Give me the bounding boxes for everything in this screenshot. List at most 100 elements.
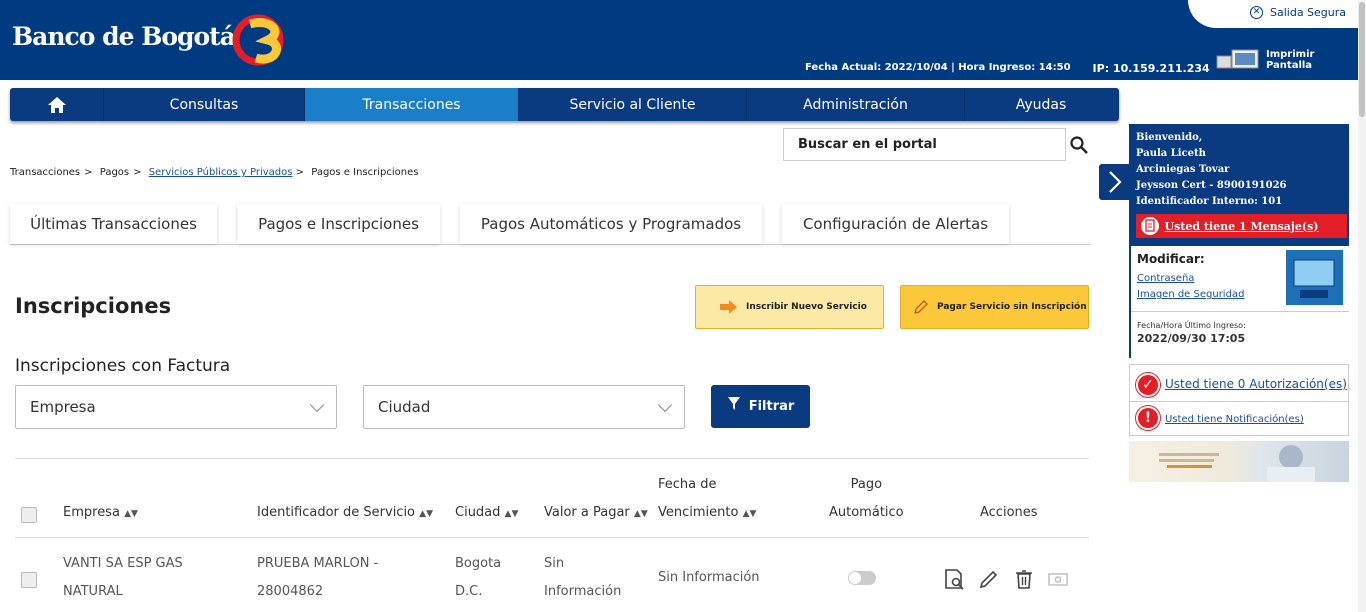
sidebar-toggle[interactable] (1099, 164, 1129, 200)
user-panel: Bienvenido, Paula Liceth Arciniegas Tova… (1129, 124, 1349, 358)
last-login-label: Fecha/Hora Último Ingreso: (1137, 321, 1246, 330)
brand-logo: Banco de Bogotá (12, 22, 236, 51)
search-icon[interactable] (1070, 136, 1088, 154)
messages-link[interactable]: Usted tiene 1 Mensaje(s) (1136, 214, 1347, 238)
sort-icon: ▲▼ (633, 509, 648, 519)
view-icon[interactable] (943, 568, 965, 590)
section-title: Inscripciones con Factura (15, 356, 231, 376)
tab-pagos-inscripciones[interactable]: Pagos e Inscripciones (237, 204, 440, 244)
cell-company: VANTI SA ESP GAS (63, 556, 183, 571)
filter-button[interactable]: Filtrar (711, 385, 810, 428)
col-auto-pay: Pago Automático (829, 471, 904, 527)
banner-line (1159, 459, 1214, 462)
cell-due-date: Sin Información (658, 570, 760, 585)
new-service-label: Inscribir Nuevo Servicio (746, 302, 867, 312)
breadcrumb-link[interactable]: Servicios Públicos y Privados (149, 167, 293, 178)
cell-amount: Sin (544, 556, 565, 571)
nav-home[interactable] (10, 88, 104, 121)
nav-servicio-cliente[interactable]: Servicio al Cliente (519, 88, 747, 121)
messages-label: Usted tiene 1 Mensaje(s) (1164, 219, 1319, 233)
scrollbar-thumb[interactable] (1359, 2, 1365, 117)
breadcrumb-current: Pagos e Inscripciones (311, 167, 419, 178)
tab-pagos-automaticos[interactable]: Pagos Automáticos y Programados (460, 204, 762, 244)
sort-icon: ▲▼ (504, 509, 519, 519)
alert-circle-icon: ! (1136, 406, 1160, 430)
authorizations-link[interactable]: Usted tiene 0 Autorización(es) (1165, 377, 1347, 391)
nav-ayudas[interactable]: Ayudas (965, 88, 1117, 121)
pencil-icon (914, 300, 928, 314)
auto-pay-toggle[interactable] (848, 571, 876, 585)
city-select[interactable]: Ciudad (363, 385, 685, 429)
safe-exit-button[interactable]: ✕ Salida Segura (1250, 6, 1346, 19)
nav-administracion[interactable]: Administración (747, 88, 965, 121)
banner-person (1279, 445, 1303, 469)
col-service-id-label: Identificador de Servicio (257, 505, 416, 520)
divider (15, 458, 1089, 459)
money-icon[interactable] (1047, 568, 1069, 590)
breadcrumb: Transacciones > Pagos > Servicios Públicos… (10, 167, 422, 178)
new-service-button[interactable]: Inscribir Nuevo Servicio (695, 285, 884, 329)
modify-block: Modificar: Contraseña Imagen de Segurida… (1131, 246, 1349, 358)
welcome-block: Bienvenido, Paula Liceth Arciniegas Tova… (1136, 130, 1287, 210)
printer-icon (1216, 48, 1260, 72)
welcome-text: Bienvenido, (1136, 132, 1203, 143)
sort-icon: ▲▼ (124, 509, 138, 519)
header: Banco de Bogotá Fecha Actual: 2022/10/04… (0, 0, 1358, 80)
brand-mark-icon (232, 14, 284, 66)
col-company[interactable]: Empresa ▲▼ (63, 499, 138, 528)
notifications-link[interactable]: Usted tiene Notificación(es) (1165, 414, 1304, 425)
cell-city: Bogota (455, 556, 502, 571)
sort-icon: ▲▼ (742, 509, 757, 519)
pay-without-enrollment-label: Pagar Servicio sin Inscripción (937, 302, 1087, 312)
breadcrumb-sep: > (295, 167, 305, 178)
col-amount[interactable]: Valor a Pagar ▲▼ (544, 499, 648, 528)
filter-icon (727, 396, 740, 410)
print-button[interactable]: Imprimir Pantalla (1216, 48, 1358, 72)
nav-transacciones[interactable]: Transacciones (305, 88, 519, 121)
user-name: Paula Liceth (1136, 148, 1206, 159)
cell-city: D.C. (455, 584, 483, 599)
select-all-checkbox[interactable] (21, 507, 37, 523)
company-select[interactable]: Empresa (15, 385, 337, 429)
nav-consultas[interactable]: Consultas (104, 88, 305, 121)
close-circle-icon: ✕ (1250, 6, 1263, 19)
tab-bar: Últimas Transacciones Pagos e Inscripcio… (10, 204, 1091, 245)
cell-service-id: 28004862 (257, 584, 324, 599)
home-icon (47, 96, 66, 113)
col-due-label: Vencimiento (658, 505, 739, 520)
change-password-link[interactable]: Contraseña (1137, 273, 1194, 284)
session-date: Fecha Actual: 2022/10/04 | Hora Ingreso:… (805, 62, 1071, 73)
chevron-down-icon (309, 397, 325, 413)
col-city[interactable]: Ciudad ▲▼ (455, 499, 518, 528)
internal-id: Identificador Interno: 101 (1136, 196, 1283, 207)
document-icon (1139, 215, 1161, 237)
company-name: Jeysson Cert - 8900191026 (1136, 180, 1287, 191)
col-auto-label: Pago (850, 477, 883, 492)
breadcrumb-item[interactable]: Transacciones (10, 167, 80, 178)
city-select-value: Ciudad (378, 398, 431, 416)
cell-amount: Información (544, 584, 622, 599)
filter-label: Filtrar (748, 399, 795, 414)
edit-icon[interactable] (978, 568, 1000, 590)
col-due-date[interactable]: Fecha de Vencimiento ▲▼ (658, 471, 756, 528)
divider (1131, 311, 1349, 312)
trash-icon[interactable] (1013, 568, 1035, 590)
search-input[interactable]: Buscar en el portal (783, 128, 1066, 161)
safe-exit-label: Salida Segura (1270, 6, 1347, 19)
pay-without-enrollment-button[interactable]: Pagar Servicio sin Inscripción (900, 285, 1089, 329)
breadcrumb-sep: > (133, 167, 142, 178)
page-title: Inscripciones (15, 294, 172, 318)
promo-banner[interactable] (1129, 441, 1349, 482)
chevron-right-icon (1109, 171, 1122, 193)
row-checkbox[interactable] (21, 572, 37, 588)
session-info: Fecha Actual: 2022/10/04 | Hora Ingreso:… (805, 62, 1210, 75)
tab-configuracion-alertas[interactable]: Configuración de Alertas (782, 204, 1009, 244)
breadcrumb-item[interactable]: Pagos (100, 167, 129, 178)
session-ip: IP: 10.159.211.234 (1092, 62, 1210, 75)
last-login-value: 2022/09/30 17:05 (1137, 332, 1246, 345)
breadcrumb-sep: > (84, 167, 93, 178)
tab-ultimas-transacciones[interactable]: Últimas Transacciones (10, 204, 217, 244)
security-image-link[interactable]: Imagen de Seguridad (1137, 289, 1244, 300)
user-name: Arciniegas Tovar (1136, 164, 1230, 175)
col-service-id[interactable]: Identificador de Servicio ▲▼ (257, 499, 433, 528)
